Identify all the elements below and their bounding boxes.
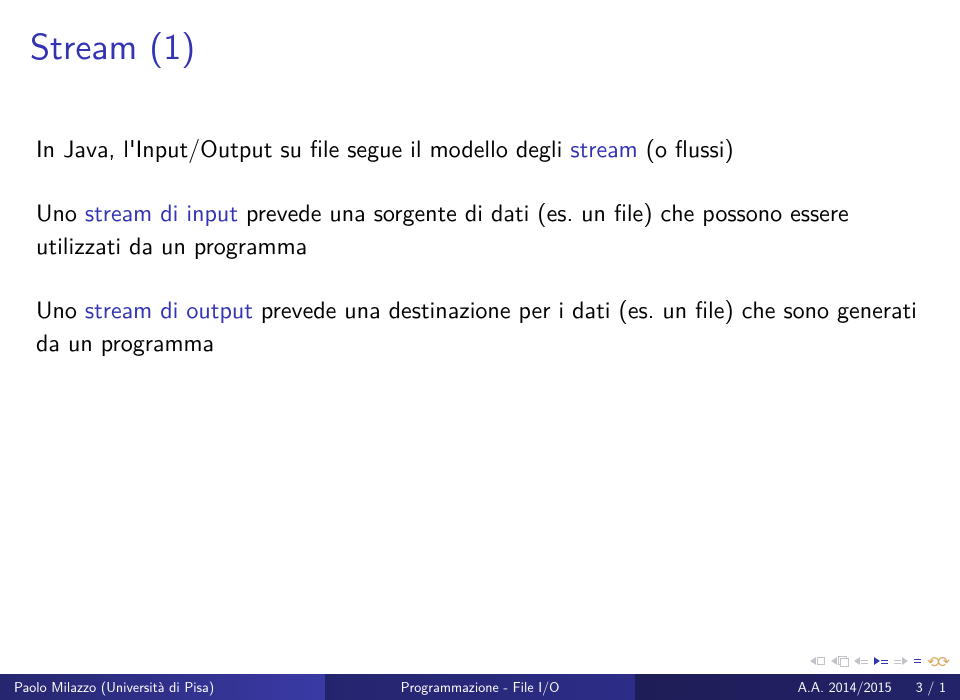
footer-term: A.A. 2014/2015 — [798, 677, 892, 697]
paragraph-2: Uno stream di input prevede una sorgente… — [36, 195, 924, 262]
term-stream-output: stream di output — [85, 291, 253, 326]
paragraph-3: Uno stream di output prevede una destina… — [36, 292, 924, 359]
nav-next-section-icon[interactable] — [894, 657, 908, 665]
footer-right: A.A. 2014/2015 3 / 1 — [635, 674, 960, 700]
nav-first-icon[interactable] — [810, 657, 825, 665]
nav-controls: ⟲⟳ — [810, 650, 948, 672]
nav-prev-icon[interactable] — [854, 657, 868, 665]
nav-next-icon[interactable] — [874, 657, 888, 665]
nav-bars-icon[interactable] — [914, 659, 921, 663]
nav-loop-icon[interactable]: ⟲⟳ — [927, 650, 948, 672]
text: Uno — [36, 291, 85, 326]
paragraph-1: In Java, l'Input/Output su file segue il… — [36, 131, 924, 165]
nav-prev-section-icon[interactable] — [831, 656, 848, 666]
text: Uno — [36, 194, 85, 229]
slide-content: In Java, l'Input/Output su file segue il… — [0, 71, 960, 359]
slide-title: Stream (1) — [0, 0, 960, 71]
footer-page: 3 / 1 — [916, 677, 946, 697]
term-stream: stream — [570, 130, 637, 165]
text: (o flussi) — [638, 130, 734, 165]
footer-course: Programmazione - File I/O — [325, 674, 636, 700]
text: In Java, l'Input/Output su file segue il… — [36, 130, 570, 165]
term-stream-input: stream di input — [85, 194, 238, 229]
footer-bar: Paolo Milazzo (Università di Pisa) Progr… — [0, 674, 960, 700]
footer-author: Paolo Milazzo (Università di Pisa) — [0, 674, 325, 700]
